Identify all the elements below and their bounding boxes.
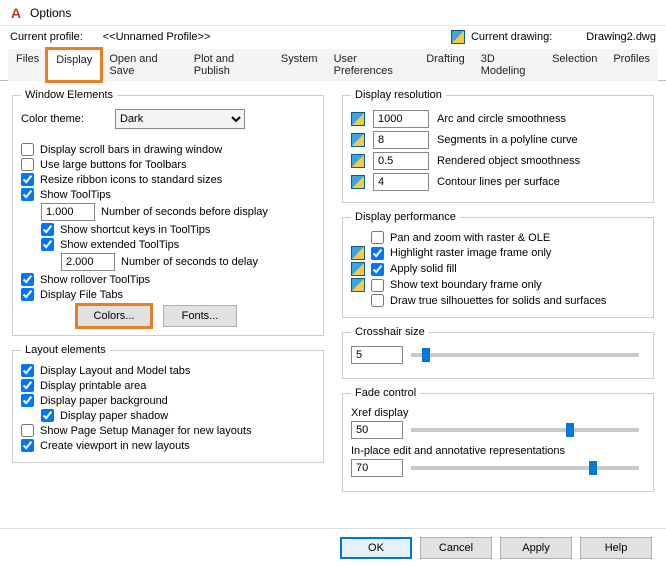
display-performance-legend: Display performance — [351, 211, 460, 223]
crosshair-group: Crosshair size — [342, 326, 654, 379]
cb-viewport[interactable] — [21, 439, 34, 452]
xref-label: Xref display — [351, 407, 645, 419]
display-resolution-group: Display resolution Arc and circle smooth… — [342, 89, 654, 203]
res-icon — [351, 154, 365, 168]
res-icon — [351, 175, 365, 189]
cb-file-tabs[interactable] — [21, 288, 34, 301]
arc-smoothness-input[interactable] — [373, 110, 429, 128]
tab-profiles[interactable]: Profiles — [605, 49, 658, 81]
color-theme-label: Color theme: — [21, 113, 109, 125]
inplace-label: In-place edit and annotative representat… — [351, 445, 645, 457]
fade-legend: Fade control — [351, 387, 420, 399]
tab-system[interactable]: System — [273, 49, 326, 81]
tab-strip: Files Display Open and Save Plot and Pub… — [0, 48, 666, 81]
apply-button[interactable]: Apply — [500, 537, 572, 559]
inplace-slider[interactable] — [411, 466, 639, 470]
cb-shortcut-keys[interactable] — [41, 223, 54, 236]
inplace-input[interactable] — [351, 459, 403, 477]
cb-show-tooltips[interactable] — [21, 188, 34, 201]
rendered-smoothness-input[interactable] — [373, 152, 429, 170]
xref-input[interactable] — [351, 421, 403, 439]
cb-text-boundary[interactable] — [371, 279, 384, 292]
tab-drafting[interactable]: Drafting — [418, 49, 473, 81]
cb-resize-ribbon[interactable] — [21, 173, 34, 186]
res-icon — [351, 133, 365, 147]
fonts-button[interactable]: Fonts... — [163, 305, 237, 327]
cb-rollover-tooltips[interactable] — [21, 273, 34, 286]
tab-display[interactable]: Display — [47, 49, 101, 81]
xref-slider[interactable] — [411, 428, 639, 432]
cb-pan-zoom[interactable] — [371, 231, 384, 244]
colors-button[interactable]: Colors... — [77, 305, 151, 327]
layout-elements-legend: Layout elements — [21, 344, 110, 356]
display-performance-group: Display performance Pan and zoom with ra… — [342, 211, 654, 318]
perf-icon — [351, 262, 365, 276]
tab-selection[interactable]: Selection — [544, 49, 605, 81]
current-drawing-label: Current drawing: — [471, 31, 552, 43]
cb-extended-tooltips[interactable] — [41, 238, 54, 251]
polyline-segments-input[interactable] — [373, 131, 429, 149]
profile-label: Current profile: — [10, 31, 83, 43]
layout-elements-group: Layout elements Display Layout and Model… — [12, 344, 324, 463]
fade-group: Fade control Xref display In-place edit … — [342, 387, 654, 492]
crosshair-slider[interactable] — [411, 353, 639, 357]
cb-true-silhouettes[interactable] — [371, 294, 384, 307]
cb-paper-shadow[interactable] — [41, 409, 54, 422]
display-resolution-legend: Display resolution — [351, 89, 446, 101]
window-title: Options — [30, 6, 71, 20]
cb-paper-background[interactable] — [21, 394, 34, 407]
cb-page-setup[interactable] — [21, 424, 34, 437]
profile-value: <<Unnamed Profile>> — [103, 31, 211, 43]
cb-highlight-raster[interactable] — [371, 247, 384, 260]
perf-icon — [351, 278, 365, 292]
window-elements-legend: Window Elements — [21, 89, 117, 101]
cancel-button[interactable]: Cancel — [420, 537, 492, 559]
crosshair-input[interactable] — [351, 346, 403, 364]
drawing-icon — [451, 30, 465, 44]
app-icon: A — [8, 5, 24, 21]
tooltip-seconds-input[interactable] — [41, 203, 95, 221]
window-elements-group: Window Elements Color theme: Dark Displa… — [12, 89, 324, 336]
crosshair-legend: Crosshair size — [351, 326, 429, 338]
delay-seconds-input[interactable] — [61, 253, 115, 271]
tab-files[interactable]: Files — [8, 49, 47, 81]
cb-printable-area[interactable] — [21, 379, 34, 392]
current-drawing-value: Drawing2.dwg — [586, 31, 656, 43]
tab-user-prefs[interactable]: User Preferences — [326, 49, 419, 81]
tab-plot-publish[interactable]: Plot and Publish — [186, 49, 273, 81]
cb-solid-fill[interactable] — [371, 263, 384, 276]
res-icon — [351, 112, 365, 126]
ok-button[interactable]: OK — [340, 537, 412, 559]
color-theme-select[interactable]: Dark — [115, 109, 245, 129]
cb-scroll-bars[interactable] — [21, 143, 34, 156]
tab-open-save[interactable]: Open and Save — [101, 49, 185, 81]
help-button[interactable]: Help — [580, 537, 652, 559]
perf-icon — [351, 246, 365, 260]
tab-3d-modeling[interactable]: 3D Modeling — [473, 49, 544, 81]
contour-lines-input[interactable] — [373, 173, 429, 191]
cb-large-buttons[interactable] — [21, 158, 34, 171]
cb-layout-tabs[interactable] — [21, 364, 34, 377]
